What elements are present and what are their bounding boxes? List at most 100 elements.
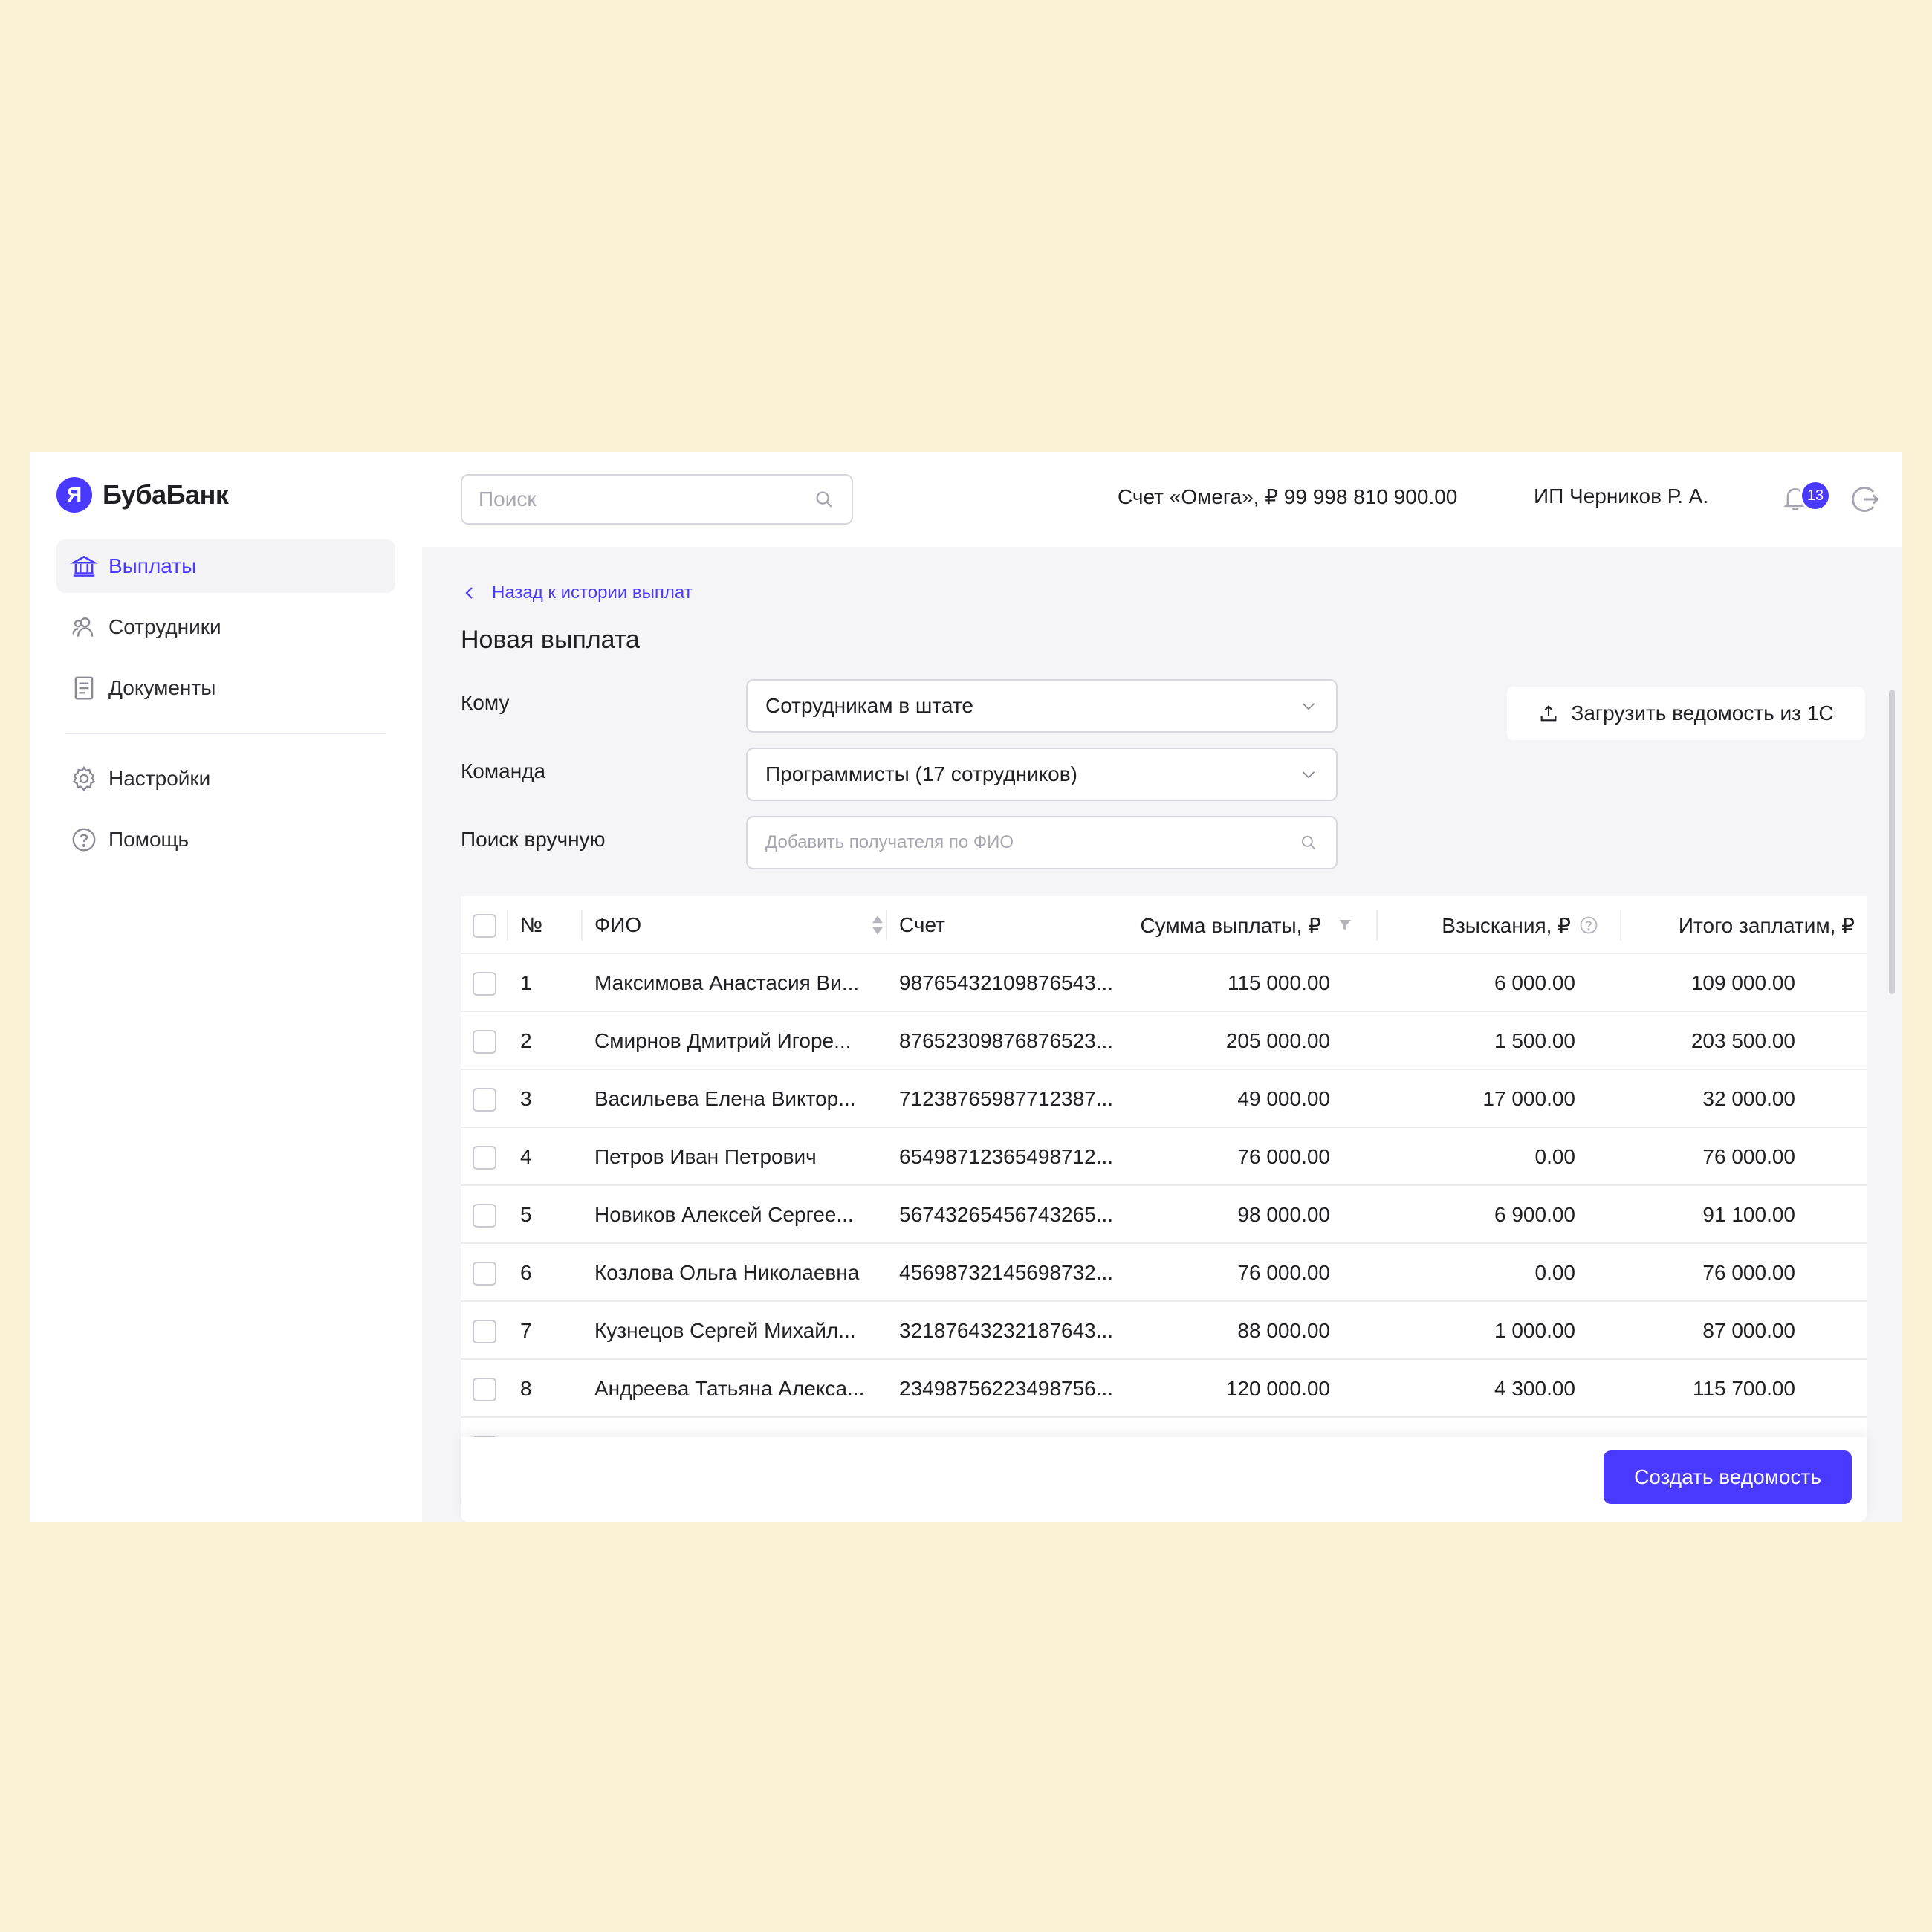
row-checkbox[interactable] (473, 1088, 496, 1112)
row-checkbox[interactable] (473, 1030, 496, 1054)
team-label: Команда (461, 759, 546, 782)
manual-search-field[interactable] (746, 816, 1338, 869)
create-statement-button[interactable]: Создать ведомость (1604, 1450, 1852, 1504)
sidebar-item-employees[interactable]: Сотрудники (56, 600, 395, 654)
sidebar-item-label: Выплаты (108, 554, 197, 577)
row-account: 71238765987712387... (899, 1087, 1114, 1110)
row-num: 1 (520, 971, 532, 994)
table-row[interactable]: 3 Васильева Елена Виктор... 712387659877… (461, 1070, 1867, 1128)
sidebar-item-documents[interactable]: Документы (56, 661, 395, 715)
row-name: Андреева Татьяна Алекса... (594, 1377, 865, 1400)
column-divider (507, 910, 508, 941)
recipient-select[interactable]: Сотрудникам в штате (746, 679, 1338, 733)
row-sum: 98 000.00 (1237, 1203, 1330, 1226)
row-sum: 76 000.00 (1237, 1145, 1330, 1168)
row-num: 4 (520, 1145, 532, 1168)
row-sum: 120 000.00 (1225, 1377, 1330, 1400)
header-sum[interactable]: Сумма выплаты, ₽ (1140, 896, 1354, 954)
table-header: № ФИО Счет Сумма выплаты, ₽ Взыскания, ₽… (461, 896, 1867, 954)
back-link[interactable]: Назад к истории выплат (461, 583, 693, 603)
row-total: 115 700.00 (1692, 1377, 1795, 1400)
upload-1c-button-label: Загрузить ведомость из 1С (1571, 701, 1834, 724)
row-checkbox[interactable] (473, 1320, 496, 1343)
top-header: Счет «Омега», ₽ 99 998 810 900.00 ИП Чер… (422, 452, 1902, 547)
search-icon[interactable] (813, 488, 835, 510)
row-penalties: 1 000.00 (1494, 1319, 1575, 1342)
sort-icon[interactable] (871, 915, 884, 936)
header-num: № (520, 913, 543, 936)
row-total: 109 000.00 (1690, 971, 1795, 994)
logo[interactable]: Я БубаБанк (56, 477, 229, 513)
row-num: 8 (520, 1377, 532, 1400)
header-total: Итого заплатим, ₽ (1678, 913, 1855, 937)
logout-icon[interactable] (1849, 483, 1881, 516)
header-name[interactable]: ФИО (594, 896, 884, 954)
sidebar-nav: Выплаты Сотрудники Документы Настройки П… (56, 539, 395, 874)
recipient-label: Кому (461, 691, 510, 714)
table-row[interactable]: 1 Максимова Анастасия Ви... 987654321098… (461, 954, 1867, 1012)
filter-icon[interactable] (1336, 916, 1354, 934)
search-icon[interactable] (1299, 833, 1318, 852)
manual-search-input[interactable] (765, 832, 1299, 853)
sidebar-item-label: Сотрудники (108, 615, 221, 638)
row-penalties: 6 900.00 (1494, 1203, 1575, 1226)
column-divider (1376, 910, 1378, 941)
table-row[interactable]: 8 Андреева Татьяна Алекса... 23498756223… (461, 1360, 1867, 1418)
row-total: 76 000.00 (1702, 1145, 1795, 1168)
row-sum: 76 000.00 (1237, 1261, 1330, 1284)
table-row[interactable]: 7 Кузнецов Сергей Михайл... 321876432321… (461, 1302, 1867, 1360)
user-name[interactable]: ИП Черников Р. А. (1534, 484, 1708, 508)
search-input[interactable] (479, 487, 813, 511)
row-num: 6 (520, 1261, 532, 1284)
help-icon[interactable] (1578, 915, 1599, 936)
users-icon (72, 617, 94, 637)
header-sum-label: Сумма выплаты, ₽ (1140, 913, 1321, 937)
row-checkbox[interactable] (473, 1378, 496, 1401)
row-num: 7 (520, 1319, 532, 1342)
chevron-down-icon (1302, 771, 1315, 779)
account-balance[interactable]: Счет «Омега», ₽ 99 998 810 900.00 (1118, 484, 1457, 509)
header-penalties-label: Взыскания, ₽ (1442, 913, 1571, 937)
action-bar: Создать ведомость (461, 1437, 1867, 1522)
page-scrollbar[interactable] (1889, 690, 1895, 994)
page-title: Новая выплата (461, 626, 640, 654)
table-row[interactable]: 6 Козлова Ольга Николаевна 4569873214569… (461, 1244, 1867, 1302)
select-all-checkbox[interactable] (473, 914, 496, 938)
help-icon (72, 828, 96, 852)
header-account: Счет (899, 913, 945, 936)
upload-1c-button[interactable]: Загрузить ведомость из 1С (1507, 687, 1865, 740)
notification-badge: 13 (1800, 480, 1831, 511)
sidebar-item-help[interactable]: Помощь (56, 813, 395, 866)
table-row[interactable]: 5 Новиков Алексей Сергее... 567432654567… (461, 1186, 1867, 1244)
notifications-button[interactable]: 13 (1780, 479, 1831, 520)
row-penalties: 4 300.00 (1494, 1377, 1575, 1400)
column-divider (1620, 910, 1621, 941)
row-sum: 88 000.00 (1237, 1319, 1330, 1342)
row-checkbox[interactable] (473, 1204, 496, 1228)
row-checkbox[interactable] (473, 972, 496, 996)
header-penalties: Взыскания, ₽ (1442, 896, 1599, 954)
row-sum: 49 000.00 (1237, 1087, 1330, 1110)
row-checkbox[interactable] (473, 1262, 496, 1286)
global-search[interactable] (461, 474, 853, 525)
row-account: 98765432109876543... (899, 971, 1114, 994)
sidebar-item-label: Настройки (108, 767, 211, 790)
sidebar-item-label: Документы (108, 676, 216, 699)
row-total: 76 000.00 (1702, 1261, 1795, 1284)
sidebar-item-settings[interactable]: Настройки (56, 752, 395, 805)
row-sum: 205 000.00 (1225, 1029, 1330, 1052)
row-account: 23498756223498756... (899, 1377, 1114, 1400)
row-num: 3 (520, 1087, 532, 1110)
sidebar: Я БубаБанк Выплаты Сотрудники Документы … (30, 452, 422, 1522)
row-checkbox[interactable] (473, 1146, 496, 1170)
team-select[interactable]: Программисты (17 сотрудников) (746, 748, 1338, 801)
document-icon (74, 676, 94, 700)
sidebar-item-payments[interactable]: Выплаты (56, 539, 395, 593)
row-account: 87652309876876523... (899, 1029, 1114, 1052)
team-select-value: Программисты (17 сотрудников) (765, 762, 1077, 785)
table-row-partial (461, 1418, 1867, 1439)
row-penalties: 0.00 (1534, 1261, 1576, 1284)
table-row[interactable]: 2 Смирнов Дмитрий Игоре... 8765230987687… (461, 1012, 1867, 1070)
table-row[interactable]: 4 Петров Иван Петрович 65498712365498712… (461, 1128, 1867, 1186)
row-penalties: 0.00 (1534, 1145, 1576, 1168)
